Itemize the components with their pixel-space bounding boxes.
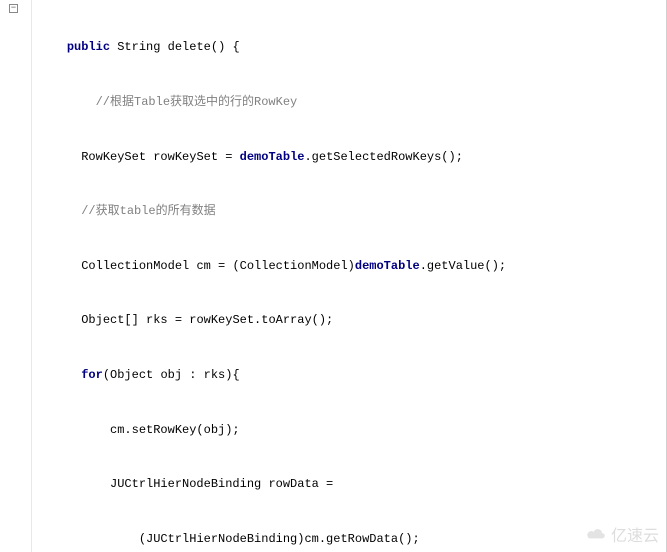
watermark-text: 亿速云 [611,528,659,545]
code-line: RowKeySet rowKeySet = demoTable.getSelec… [32,148,666,166]
watermark: 亿速云 [585,522,659,546]
code-line: Object[] rks = rowKeySet.toArray(); [32,311,666,329]
code-line: JUCtrlHierNodeBinding rowData = [32,475,666,493]
code-line: //根据Table获取选中的行的RowKey [32,93,666,111]
code-line: //获取table的所有数据 [32,202,666,220]
cloud-icon [585,527,607,541]
code-line: for(Object obj : rks){ [32,366,666,384]
code-area[interactable]: public String delete() { //根据Table获取选中的行… [32,0,666,552]
code-line: public String delete() { [32,38,666,56]
code-line: CollectionModel cm = (CollectionModel)de… [32,257,666,275]
fold-collapse-icon[interactable]: − [9,4,18,13]
gutter: − [0,0,32,552]
code-editor: − public String delete() { //根据Table获取选中… [0,0,667,552]
code-line: (JUCtrlHierNodeBinding)cm.getRowData(); [32,530,666,548]
code-line: cm.setRowKey(obj); [32,421,666,439]
